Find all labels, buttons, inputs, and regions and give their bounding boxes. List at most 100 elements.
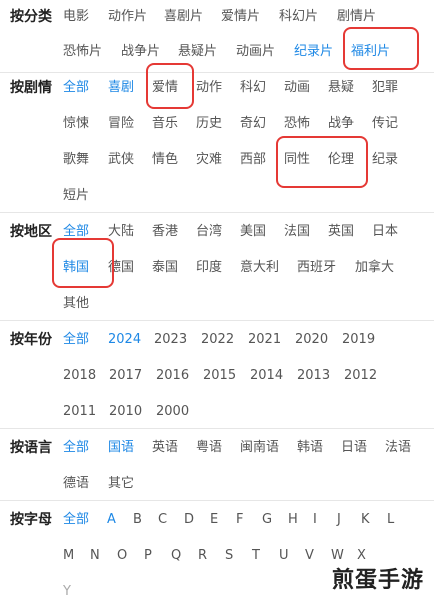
option-item[interactable]: 大陆 xyxy=(108,222,134,242)
option-item[interactable]: 冒险 xyxy=(108,114,134,134)
option-item[interactable]: 恐怖 xyxy=(284,114,310,134)
option-item[interactable]: 2022 xyxy=(201,330,234,350)
option-item[interactable]: 2010 xyxy=(109,402,142,422)
option-item[interactable]: 2017 xyxy=(109,366,142,386)
option-item[interactable]: 美国 xyxy=(240,222,266,242)
option-item[interactable]: 2015 xyxy=(203,366,236,386)
option-item[interactable]: 泰国 xyxy=(152,258,178,278)
option-item[interactable]: I xyxy=(313,510,317,530)
option-item[interactable]: 科幻片 xyxy=(279,7,318,27)
option-item[interactable]: 电影 xyxy=(63,7,89,27)
option-item[interactable]: 2018 xyxy=(63,366,96,386)
option-item[interactable]: 犯罪 xyxy=(372,78,398,98)
option-item[interactable]: 传记 xyxy=(372,114,398,134)
option-item[interactable]: K xyxy=(361,510,370,530)
option-item[interactable]: 情色 xyxy=(152,150,178,170)
option-item[interactable]: 伦理 xyxy=(328,150,354,170)
option-item[interactable]: J xyxy=(337,510,341,530)
option-item-active[interactable]: 韩国 xyxy=(63,258,89,278)
option-item[interactable]: 动画片 xyxy=(236,42,275,62)
option-item[interactable]: 灾难 xyxy=(196,150,222,170)
option-item[interactable]: G xyxy=(262,510,272,530)
option-item[interactable]: 武侠 xyxy=(108,150,134,170)
option-item[interactable]: 历史 xyxy=(196,114,222,134)
option-item-active[interactable]: 喜剧 xyxy=(108,78,134,98)
option-item[interactable]: 战争 xyxy=(328,114,354,134)
option-item[interactable]: N xyxy=(90,546,100,566)
option-item[interactable]: B xyxy=(133,510,142,530)
option-item[interactable]: 纪录 xyxy=(372,150,398,170)
option-item[interactable]: 2013 xyxy=(297,366,330,386)
option-item[interactable]: 闽南语 xyxy=(240,438,279,458)
option-item-active[interactable]: 全部 xyxy=(63,78,89,98)
option-item[interactable]: 2023 xyxy=(154,330,187,350)
option-item[interactable]: 2016 xyxy=(156,366,189,386)
option-item[interactable]: 2020 xyxy=(295,330,328,350)
option-item[interactable]: 香港 xyxy=(152,222,178,242)
option-item[interactable]: 剧情片 xyxy=(337,7,376,27)
option-item[interactable]: 法语 xyxy=(385,438,411,458)
option-item[interactable]: 悬疑片 xyxy=(178,42,217,62)
option-item[interactable]: 印度 xyxy=(196,258,222,278)
option-item-active[interactable]: 全部 xyxy=(63,330,89,350)
option-item-active[interactable]: 2024 xyxy=(108,330,141,350)
option-item[interactable]: 其它 xyxy=(108,474,134,494)
option-item[interactable]: 英语 xyxy=(152,438,178,458)
option-item[interactable]: 歌舞 xyxy=(63,150,89,170)
option-item[interactable]: R xyxy=(198,546,207,566)
option-item[interactable]: 恐怖片 xyxy=(63,42,102,62)
option-item[interactable]: 其他 xyxy=(63,294,89,314)
option-item-active[interactable]: 全部 xyxy=(63,438,89,458)
option-item[interactable]: 2014 xyxy=(250,366,283,386)
option-item[interactable]: 意大利 xyxy=(240,258,279,278)
option-item[interactable]: Y xyxy=(63,582,71,602)
option-item-active[interactable]: 纪录片 xyxy=(294,42,333,62)
option-item[interactable]: 德国 xyxy=(108,258,134,278)
option-item[interactable]: T xyxy=(252,546,260,566)
option-item[interactable]: 2012 xyxy=(344,366,377,386)
option-item[interactable]: U xyxy=(279,546,289,566)
option-item[interactable]: D xyxy=(184,510,194,530)
option-item[interactable]: 悬疑 xyxy=(328,78,354,98)
option-item[interactable]: P xyxy=(144,546,152,566)
option-item[interactable]: 日语 xyxy=(341,438,367,458)
option-item[interactable]: 动作 xyxy=(196,78,222,98)
option-item[interactable]: 英国 xyxy=(328,222,354,242)
option-item[interactable]: 法国 xyxy=(284,222,310,242)
option-item[interactable]: 战争片 xyxy=(121,42,160,62)
option-item[interactable]: H xyxy=(288,510,298,530)
option-item[interactable]: L xyxy=(387,510,394,530)
option-item[interactable]: 韩语 xyxy=(297,438,323,458)
option-item[interactable]: 爱情片 xyxy=(221,7,260,27)
option-item[interactable]: 2011 xyxy=(63,402,96,422)
option-item[interactable]: 西部 xyxy=(240,150,266,170)
option-item-active[interactable]: 全部 xyxy=(63,222,89,242)
option-item[interactable]: 德语 xyxy=(63,474,89,494)
option-item[interactable]: 西班牙 xyxy=(297,258,336,278)
option-item[interactable]: 2019 xyxy=(342,330,375,350)
option-item[interactable]: 惊悚 xyxy=(63,114,89,134)
option-item[interactable]: 2021 xyxy=(248,330,281,350)
option-item[interactable]: 音乐 xyxy=(152,114,178,134)
option-item[interactable]: F xyxy=(236,510,243,530)
option-item[interactable]: 奇幻 xyxy=(240,114,266,134)
option-item[interactable]: 日本 xyxy=(372,222,398,242)
option-item[interactable]: 动作片 xyxy=(108,7,147,27)
option-item[interactable]: O xyxy=(117,546,127,566)
option-item[interactable]: M xyxy=(63,546,74,566)
option-item[interactable]: E xyxy=(210,510,218,530)
option-item[interactable]: 喜剧片 xyxy=(164,7,203,27)
option-item-active[interactable]: 全部 xyxy=(63,510,89,530)
option-item[interactable]: 粤语 xyxy=(196,438,222,458)
option-item[interactable]: 科幻 xyxy=(240,78,266,98)
option-item-active[interactable]: 福利片 xyxy=(351,42,390,62)
option-item[interactable]: S xyxy=(225,546,233,566)
option-item[interactable]: 爱情 xyxy=(152,78,178,98)
option-item[interactable]: 台湾 xyxy=(196,222,222,242)
option-item[interactable]: Q xyxy=(171,546,181,566)
option-item-active[interactable]: A xyxy=(107,510,116,530)
option-item[interactable]: 同性 xyxy=(284,150,310,170)
option-item[interactable]: 加拿大 xyxy=(355,258,394,278)
option-item[interactable]: 动画 xyxy=(284,78,310,98)
option-item[interactable]: V xyxy=(305,546,314,566)
